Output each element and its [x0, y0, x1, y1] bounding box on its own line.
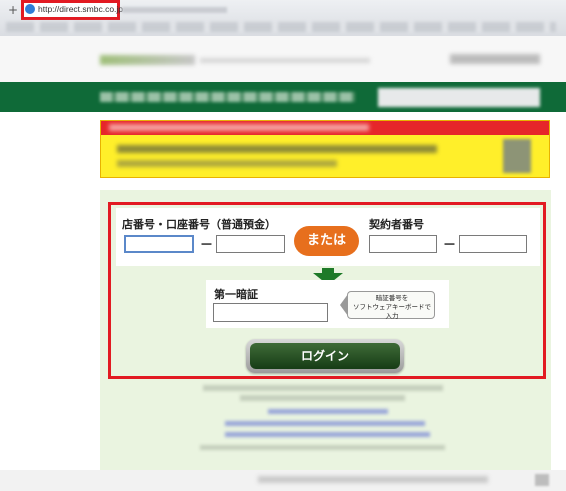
browser-toolbar: + http://direct.smbc.co.jp: [0, 0, 566, 37]
blurred-tagline: [200, 58, 370, 63]
blurred-help-text: [200, 445, 445, 450]
blurred-search-box[interactable]: [378, 88, 540, 107]
ie-globe-icon: [25, 4, 35, 14]
blurred-nav-text: [100, 92, 355, 102]
blurred-notice-title: [109, 124, 369, 131]
blurred-header-link[interactable]: [450, 54, 540, 64]
blurred-help-text: [240, 395, 405, 401]
url-blurred-path: [122, 7, 227, 13]
blurred-notice-line: [117, 160, 337, 167]
notice-image: [503, 139, 531, 173]
site-logo[interactable]: [100, 55, 195, 65]
blurred-menubar: [6, 22, 556, 32]
new-tab-icon[interactable]: +: [8, 3, 18, 17]
address-bar-url[interactable]: http://direct.smbc.co.jp: [38, 4, 123, 14]
highlight-box-login: [108, 202, 546, 379]
blurred-help-text: [203, 385, 443, 391]
blurred-link[interactable]: [225, 432, 430, 437]
blurred-footer-text: [258, 476, 488, 483]
footer-icon: [535, 474, 549, 486]
blurred-link[interactable]: [268, 409, 388, 414]
blurred-notice-line: [117, 145, 437, 153]
notice-banner-header: [101, 121, 549, 135]
notice-banner[interactable]: [100, 120, 550, 178]
blurred-link[interactable]: [225, 421, 425, 426]
